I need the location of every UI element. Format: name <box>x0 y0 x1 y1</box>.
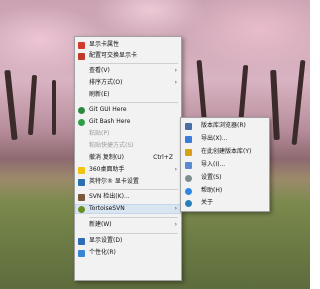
submenu-item-label: 关于 <box>201 199 214 206</box>
menu-item-label: 查看(V) <box>89 67 110 74</box>
360-desktop-icon <box>78 167 85 174</box>
menu-item-label: Git Bash Here <box>89 118 131 125</box>
tree-trunk <box>291 59 306 146</box>
menu-item-label: 个性化(R) <box>89 249 116 256</box>
menu-divider <box>89 63 178 64</box>
menu-item-display-card-properties[interactable]: 显示卡属性 <box>75 40 181 50</box>
submenu-item-label: 导入(I)... <box>201 161 226 168</box>
submenu-item-label: 导出(X)... <box>201 135 228 142</box>
submenu-item-label: 设置(S) <box>201 174 222 181</box>
chevron-right-icon: › <box>174 67 177 74</box>
menu-divider <box>89 233 178 234</box>
chevron-right-icon: › <box>174 166 177 173</box>
tree-trunk <box>52 80 56 135</box>
tortoisesvn-icon <box>78 206 85 213</box>
menu-item-label: TortoiseSVN <box>89 205 125 212</box>
menu-item-label: 撤消 复制(U) <box>89 154 124 161</box>
tree-trunk <box>270 69 280 141</box>
menu-item-svn-checkout[interactable]: SVN 检出(K)... <box>75 192 181 202</box>
create-repo-icon <box>185 149 192 156</box>
menu-item-label: 排序方式(O) <box>89 79 123 86</box>
display-card-icon <box>78 42 85 49</box>
menu-item-label: Git GUI Here <box>89 106 127 113</box>
intel-graphics-icon <box>78 179 85 186</box>
menu-item-refresh[interactable]: 刷新(E) <box>75 90 181 100</box>
submenu-item-label: 版本库浏览器(R) <box>201 122 246 129</box>
submenu-item-label: 在此创建版本库(Y) <box>201 148 252 155</box>
switchable-graphics-icon <box>78 53 85 60</box>
menu-divider <box>89 189 178 190</box>
chevron-right-icon: › <box>174 221 177 228</box>
menu-item-label: 360桌面助手 <box>89 166 125 173</box>
settings-icon <box>185 175 192 182</box>
desktop-context-menu: 显示卡属性 配置可交换显示卡 查看(V) › 排序方式(O) › 刷新(E) G… <box>74 36 182 281</box>
svn-checkout-icon <box>78 194 85 201</box>
menu-item-tortoisesvn[interactable]: TortoiseSVN › <box>75 204 181 214</box>
menu-item-undo-copy[interactable]: 撤消 复制(U) Ctrl+Z <box>75 153 181 163</box>
tree-trunk <box>4 69 18 141</box>
git-gui-icon <box>78 107 85 114</box>
about-icon <box>185 200 192 207</box>
menu-item-view[interactable]: 查看(V) › <box>75 66 181 76</box>
menu-item-switchable-graphics[interactable]: 配置可交换显示卡 <box>75 51 181 61</box>
menu-item-shortcut: Ctrl+Z <box>153 154 173 161</box>
menu-item-paste[interactable]: 粘贴(P) <box>75 129 181 139</box>
menu-item-label: 粘贴(P) <box>89 130 110 137</box>
menu-item-display-settings[interactable]: 显示设置(D) <box>75 236 181 246</box>
help-icon <box>185 188 192 195</box>
tree-trunk <box>27 74 38 136</box>
submenu-item-create-repo[interactable]: 在此创建版本库(Y) <box>181 147 269 157</box>
menu-item-git-gui[interactable]: Git GUI Here <box>75 105 181 115</box>
menu-item-paste-shortcut[interactable]: 粘贴快捷方式(S) <box>75 141 181 151</box>
git-bash-icon <box>78 119 85 126</box>
menu-item-label: 新建(W) <box>89 221 112 228</box>
submenu-item-export[interactable]: 导出(X)... <box>181 134 269 144</box>
submenu-item-repo-browser[interactable]: 版本库浏览器(R) <box>181 121 269 131</box>
menu-item-sort-by[interactable]: 排序方式(O) › <box>75 78 181 88</box>
chevron-right-icon: › <box>174 205 177 212</box>
display-settings-icon <box>78 238 85 245</box>
menu-item-label: 粘贴快捷方式(S) <box>89 142 134 149</box>
menu-item-personalize[interactable]: 个性化(R) <box>75 248 181 258</box>
export-icon <box>185 136 192 143</box>
menu-item-label: 配置可交换显示卡 <box>89 52 138 59</box>
menu-divider <box>89 217 178 218</box>
menu-divider <box>89 102 178 103</box>
submenu-item-help[interactable]: 帮助(H) <box>181 186 269 196</box>
submenu-item-settings[interactable]: 设置(S) <box>181 173 269 183</box>
menu-item-label: 显示卡属性 <box>89 41 120 48</box>
submenu-item-about[interactable]: 关于 <box>181 198 269 208</box>
tortoisesvn-submenu: 版本库浏览器(R) 导出(X)... 在此创建版本库(Y) 导入(I)... 设… <box>180 117 270 212</box>
menu-item-git-bash[interactable]: Git Bash Here <box>75 117 181 127</box>
menu-item-label: 英特尔® 显卡设置 <box>89 178 139 185</box>
import-icon <box>185 162 192 169</box>
menu-item-label: SVN 检出(K)... <box>89 193 130 200</box>
menu-item-intel-graphics[interactable]: 英特尔® 显卡设置 <box>75 177 181 187</box>
submenu-item-import[interactable]: 导入(I)... <box>181 160 269 170</box>
menu-item-360-desktop[interactable]: 360桌面助手 › <box>75 165 181 175</box>
personalize-icon <box>78 250 85 257</box>
chevron-right-icon: › <box>174 79 177 86</box>
menu-item-new[interactable]: 新建(W) › <box>75 220 181 230</box>
submenu-item-label: 帮助(H) <box>201 187 223 194</box>
menu-item-label: 显示设置(D) <box>89 237 123 244</box>
menu-item-label: 刷新(E) <box>89 91 110 98</box>
repo-browser-icon <box>185 123 192 130</box>
